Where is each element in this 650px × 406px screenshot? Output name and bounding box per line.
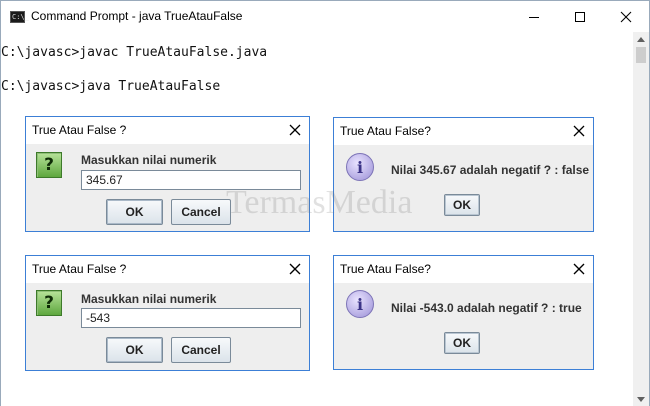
dialog-close-button[interactable] xyxy=(287,261,303,277)
ok-button[interactable]: OK xyxy=(106,199,163,225)
info-icon: i xyxy=(346,153,374,181)
scrollbar-thumb[interactable] xyxy=(636,47,646,63)
console-icon-text: C:\_ xyxy=(12,13,29,21)
dialog-title-bar[interactable]: True Atau False ? xyxy=(26,117,309,144)
minimize-button[interactable] xyxy=(511,1,557,32)
close-icon xyxy=(289,124,301,136)
question-icon: ? xyxy=(36,152,62,178)
numeric-input[interactable]: -543 xyxy=(81,308,301,328)
dialog-title-bar[interactable]: True Atau False? xyxy=(334,118,593,145)
scroll-down-arrow-icon[interactable] xyxy=(633,392,649,406)
minimize-icon xyxy=(529,16,539,18)
message-text: Nilai 345.67 adalah negatif ? : false xyxy=(391,163,590,177)
maximize-button[interactable] xyxy=(557,1,603,32)
dialog-title: True Atau False ? xyxy=(32,123,127,137)
console-line: C:\javasc>java TrueAtauFalse xyxy=(1,79,221,94)
message-dialog: True Atau False? i Nilai -543.0 adalah n… xyxy=(333,255,594,370)
watermark: TermasMedia xyxy=(226,184,413,221)
message-text: Nilai -543.0 adalah negatif ? : true xyxy=(391,301,582,315)
window-title: Command Prompt - java TrueAtauFalse xyxy=(31,9,243,23)
console-line: C:\javasc>javac TrueAtauFalse.java xyxy=(1,45,268,60)
maximize-icon xyxy=(575,11,585,22)
input-prompt: Masukkan nilai numerik xyxy=(81,153,217,167)
dialog-title: True Atau False ? xyxy=(32,262,127,276)
close-icon xyxy=(289,263,301,275)
dialog-title-bar[interactable]: True Atau False ? xyxy=(26,256,309,283)
dialog-title: True Atau False? xyxy=(340,124,431,138)
input-prompt: Masukkan nilai numerik xyxy=(81,292,217,306)
dialog-close-button[interactable] xyxy=(287,122,303,138)
close-icon xyxy=(573,263,585,275)
ok-button[interactable]: OK xyxy=(106,337,163,363)
cancel-button[interactable]: Cancel xyxy=(171,199,231,225)
input-dialog: True Atau False ? ? Masukkan nilai numer… xyxy=(25,255,310,371)
dialog-close-button[interactable] xyxy=(571,261,587,277)
close-icon xyxy=(620,11,632,22)
vertical-scrollbar[interactable] xyxy=(633,32,649,406)
ok-button[interactable]: OK xyxy=(444,332,480,354)
scroll-up-arrow-icon[interactable] xyxy=(633,32,649,46)
dialog-title-bar[interactable]: True Atau False? xyxy=(334,256,593,283)
title-bar[interactable]: C:\_ Command Prompt - java TrueAtauFalse xyxy=(1,1,649,32)
ok-button[interactable]: OK xyxy=(444,194,480,216)
cancel-button[interactable]: Cancel xyxy=(171,337,231,363)
info-icon: i xyxy=(346,290,374,318)
console-icon: C:\_ xyxy=(10,11,29,23)
close-button[interactable] xyxy=(603,1,649,32)
question-icon: ? xyxy=(36,290,62,316)
dialog-title: True Atau False? xyxy=(340,262,431,276)
dialog-close-button[interactable] xyxy=(571,123,587,139)
close-icon xyxy=(573,125,585,137)
